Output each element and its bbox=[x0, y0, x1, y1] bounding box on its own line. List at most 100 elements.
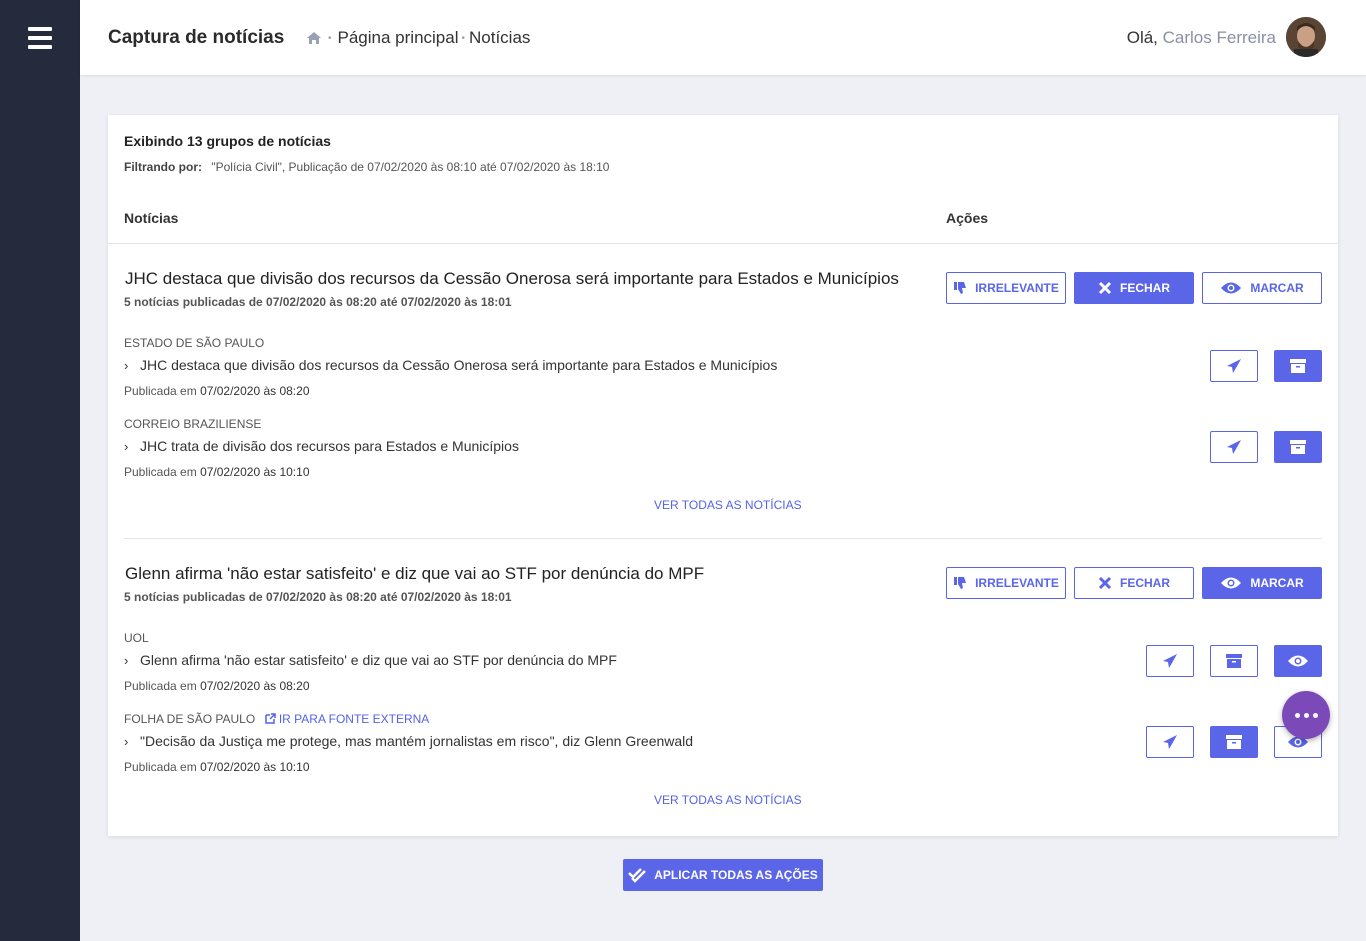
thumbs-down-icon bbox=[954, 282, 967, 294]
irrelevant-label: IRRELEVANTE bbox=[975, 576, 1059, 590]
chevron-right-icon: › bbox=[124, 734, 129, 749]
published-at: 07/02/2020 às 10:10 bbox=[200, 465, 310, 479]
top-bar: Captura de notícias • Página principal •… bbox=[80, 0, 1366, 75]
published-prefix: Publicada em bbox=[124, 679, 197, 693]
paper-plane-icon bbox=[1227, 440, 1241, 454]
headline-text: JHC destaca que divisão dos recursos da … bbox=[140, 357, 778, 373]
published-prefix: Publicada em bbox=[124, 465, 197, 479]
published-at: 07/02/2020 às 08:20 bbox=[200, 384, 310, 398]
archive-button[interactable] bbox=[1274, 350, 1322, 382]
user-greeting: Olá, Carlos Ferreira bbox=[1127, 28, 1276, 48]
groups-count: Exibindo 13 grupos de notícias bbox=[124, 133, 331, 149]
archive-button[interactable] bbox=[1210, 726, 1258, 758]
close-icon bbox=[1098, 281, 1112, 295]
ellipsis-icon bbox=[1294, 712, 1300, 718]
archive-button[interactable] bbox=[1274, 431, 1322, 463]
news-headline[interactable]: › JHC trata de divisão dos recursos para … bbox=[124, 438, 519, 454]
headline-text: Glenn afirma 'não estar satisfeito' e di… bbox=[140, 652, 617, 668]
archive-button[interactable] bbox=[1210, 645, 1258, 677]
menu-icon[interactable] bbox=[28, 27, 52, 49]
thumbs-down-icon bbox=[954, 577, 967, 589]
active-filter: Filtrando por: "Polícia Civil", Publicaç… bbox=[124, 160, 609, 174]
published-at: 07/02/2020 às 10:10 bbox=[200, 760, 310, 774]
breadcrumb-separator: • bbox=[461, 32, 465, 44]
send-button[interactable] bbox=[1146, 645, 1194, 677]
external-source-link[interactable]: IR PARA FONTE EXTERNA bbox=[264, 712, 430, 726]
close-label: FECHAR bbox=[1120, 576, 1170, 590]
irrelevant-button[interactable]: IRRELEVANTE bbox=[946, 567, 1066, 599]
filter-value: "Polícia Civil", Publicação de 07/02/202… bbox=[211, 160, 610, 174]
published-date: Publicada em 07/02/2020 às 08:20 bbox=[124, 384, 310, 398]
news-headline[interactable]: › JHC destaca que divisão dos recursos da… bbox=[124, 357, 777, 373]
column-header-news: Notícias bbox=[124, 210, 179, 226]
news-headline[interactable]: › Glenn afirma 'não estar satisfeito' e d… bbox=[124, 652, 617, 668]
more-actions-button[interactable] bbox=[1282, 691, 1330, 739]
avatar[interactable] bbox=[1286, 17, 1326, 57]
see-all-news-link[interactable]: VER TODAS AS NOTÍCIAS bbox=[654, 498, 802, 512]
irrelevant-label: IRRELEVANTE bbox=[975, 281, 1059, 295]
published-date: Publicada em 07/02/2020 às 08:20 bbox=[124, 679, 310, 693]
close-icon bbox=[1098, 576, 1112, 590]
ellipsis-dot bbox=[1303, 712, 1309, 718]
published-date: Publicada em 07/02/2020 às 10:10 bbox=[124, 760, 310, 774]
apply-all-label: APLICAR TODAS AS AÇÕES bbox=[654, 868, 818, 882]
page-title: Captura de notícias bbox=[108, 27, 285, 48]
headline-text: JHC trata de divisão dos recursos para E… bbox=[140, 438, 519, 454]
breadcrumb-home[interactable]: Página principal bbox=[338, 28, 459, 48]
mark-button[interactable]: MARCAR bbox=[1202, 567, 1322, 599]
eye-icon bbox=[1288, 655, 1308, 667]
apply-all-actions-button[interactable]: APLICAR TODAS AS AÇÕES bbox=[623, 859, 823, 891]
news-groups-card: Exibindo 13 grupos de notícias Filtrando… bbox=[108, 115, 1338, 836]
chevron-right-icon: › bbox=[124, 653, 129, 668]
paper-plane-icon bbox=[1163, 654, 1177, 668]
archive-icon bbox=[1226, 654, 1242, 668]
irrelevant-button[interactable]: IRRELEVANTE bbox=[946, 272, 1066, 304]
group-subtitle: 5 notícias publicadas de 07/02/2020 às 0… bbox=[124, 590, 512, 604]
news-headline[interactable]: › "Decisão da Justiça me protege, mas man… bbox=[124, 733, 693, 749]
mark-article-button[interactable] bbox=[1274, 645, 1322, 677]
source-name: FOLHA DE SÃO PAULO bbox=[124, 712, 256, 726]
divider bbox=[124, 538, 1322, 539]
eye-icon bbox=[1221, 577, 1242, 589]
paper-plane-icon bbox=[1163, 735, 1177, 749]
greeting-label: Olá, bbox=[1126, 28, 1158, 47]
filter-label: Filtrando por: bbox=[124, 160, 202, 174]
home-icon[interactable] bbox=[306, 31, 322, 45]
published-date: Publicada em 07/02/2020 às 10:10 bbox=[124, 465, 310, 479]
user-name[interactable]: Carlos Ferreira bbox=[1163, 28, 1276, 47]
send-button[interactable] bbox=[1210, 350, 1258, 382]
divider bbox=[108, 243, 1338, 244]
news-source: ESTADO DE SÃO PAULO bbox=[124, 336, 265, 350]
mark-label: MARCAR bbox=[1250, 281, 1304, 295]
news-source: CORREIO BRAZILIENSE bbox=[124, 417, 262, 431]
ellipsis-dot bbox=[1312, 712, 1318, 718]
send-button[interactable] bbox=[1210, 431, 1258, 463]
group-subtitle: 5 notícias publicadas de 07/02/2020 às 0… bbox=[124, 295, 512, 309]
close-label: FECHAR bbox=[1120, 281, 1170, 295]
mark-label: MARCAR bbox=[1250, 576, 1304, 590]
archive-icon bbox=[1290, 359, 1306, 373]
published-at: 07/02/2020 às 08:20 bbox=[200, 679, 310, 693]
published-prefix: Publicada em bbox=[124, 384, 197, 398]
group-title: Glenn afirma 'não estar satisfeito' e di… bbox=[125, 564, 705, 583]
archive-icon bbox=[1226, 735, 1242, 749]
breadcrumb-separator: • bbox=[328, 32, 332, 44]
group-title: JHC destaca que divisão dos recursos da … bbox=[125, 269, 899, 288]
see-all-news-link[interactable]: VER TODAS AS NOTÍCIAS bbox=[654, 793, 802, 807]
chevron-right-icon: › bbox=[124, 358, 129, 373]
archive-icon bbox=[1290, 440, 1306, 454]
external-link-icon bbox=[264, 713, 276, 724]
news-source: FOLHA DE SÃO PAULO IR PARA FONTE EXTERNA bbox=[124, 712, 429, 726]
close-button[interactable]: FECHAR bbox=[1074, 272, 1194, 304]
external-link-label: IR PARA FONTE EXTERNA bbox=[278, 712, 430, 726]
paper-plane-icon bbox=[1227, 359, 1241, 373]
close-button[interactable]: FECHAR bbox=[1074, 567, 1194, 599]
double-check-icon bbox=[628, 868, 647, 883]
eye-icon bbox=[1221, 282, 1242, 294]
mark-button[interactable]: MARCAR bbox=[1202, 272, 1322, 304]
send-button[interactable] bbox=[1146, 726, 1194, 758]
published-prefix: Publicada em bbox=[124, 760, 197, 774]
headline-text: "Decisão da Justiça me protege, mas mant… bbox=[140, 733, 694, 749]
breadcrumb: • Página principal • Notícias bbox=[306, 28, 530, 48]
chevron-right-icon: › bbox=[124, 439, 129, 454]
